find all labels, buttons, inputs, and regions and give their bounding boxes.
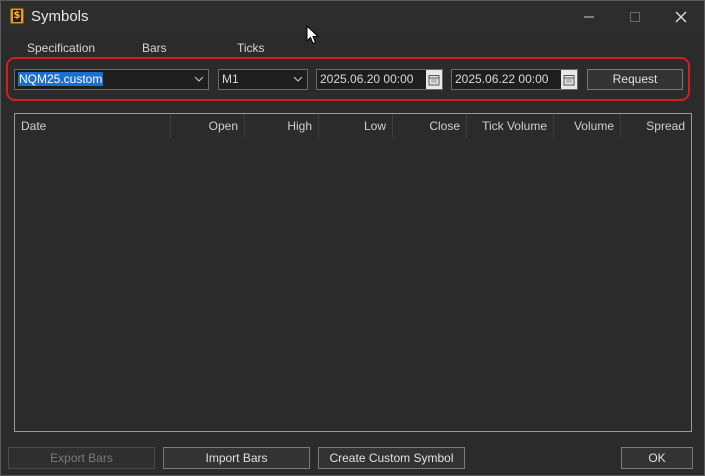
tab-specification[interactable]: Specification — [27, 41, 95, 55]
calendar-icon — [428, 74, 440, 85]
date-to-field[interactable]: 2025.06.22 00:00 — [451, 69, 578, 90]
column-header-low[interactable]: Low — [319, 114, 393, 138]
calendar-icon — [563, 74, 575, 85]
date-from-value: 2025.06.20 00:00 — [320, 72, 414, 86]
calendar-button[interactable] — [426, 70, 442, 89]
mouse-cursor-icon — [306, 25, 320, 45]
symbol-combobox[interactable]: NQM25.custom — [14, 69, 209, 90]
minimize-button[interactable] — [566, 1, 612, 32]
column-header-spread[interactable]: Spread — [621, 114, 691, 138]
column-header-open[interactable]: Open — [171, 114, 245, 138]
date-from-field[interactable]: 2025.06.20 00:00 — [316, 69, 443, 90]
column-header-tick-volume[interactable]: Tick Volume — [467, 114, 554, 138]
column-header-volume[interactable]: Volume — [554, 114, 621, 138]
create-custom-symbol-button[interactable]: Create Custom Symbol — [318, 447, 465, 469]
column-header-close[interactable]: Close — [393, 114, 467, 138]
bars-table[interactable]: Date Open High Low Close Tick Volume Vol… — [14, 113, 692, 432]
close-button[interactable] — [658, 1, 704, 32]
calendar-button[interactable] — [561, 70, 577, 89]
export-bars-button: Export Bars — [8, 447, 155, 469]
request-button[interactable]: Request — [587, 69, 683, 90]
column-header-high[interactable]: High — [245, 114, 319, 138]
timeframe-combobox[interactable]: M1 — [218, 69, 308, 90]
tab-bars[interactable]: Bars — [140, 41, 169, 59]
window-title: Symbols — [31, 8, 89, 25]
title-bar[interactable]: Symbols — [1, 1, 704, 32]
ok-button[interactable]: OK — [621, 447, 693, 469]
column-header-date[interactable]: Date — [15, 114, 171, 138]
chevron-down-icon[interactable] — [194, 74, 204, 84]
maximize-button — [612, 1, 658, 32]
maximize-icon — [630, 11, 640, 22]
close-icon — [675, 11, 687, 22]
minimize-icon — [584, 16, 594, 17]
date-to-value: 2025.06.22 00:00 — [455, 72, 549, 86]
symbols-dialog: Symbols Specification Bars Ticks NQM25.c… — [0, 0, 705, 476]
symbol-value: NQM25.custom — [18, 72, 104, 86]
table-header: Date Open High Low Close Tick Volume Vol… — [15, 114, 691, 140]
timeframe-value: M1 — [222, 72, 239, 86]
chevron-down-icon[interactable] — [293, 74, 303, 84]
import-bars-button[interactable]: Import Bars — [163, 447, 310, 469]
app-icon — [10, 8, 24, 24]
tab-ticks[interactable]: Ticks — [237, 41, 265, 55]
